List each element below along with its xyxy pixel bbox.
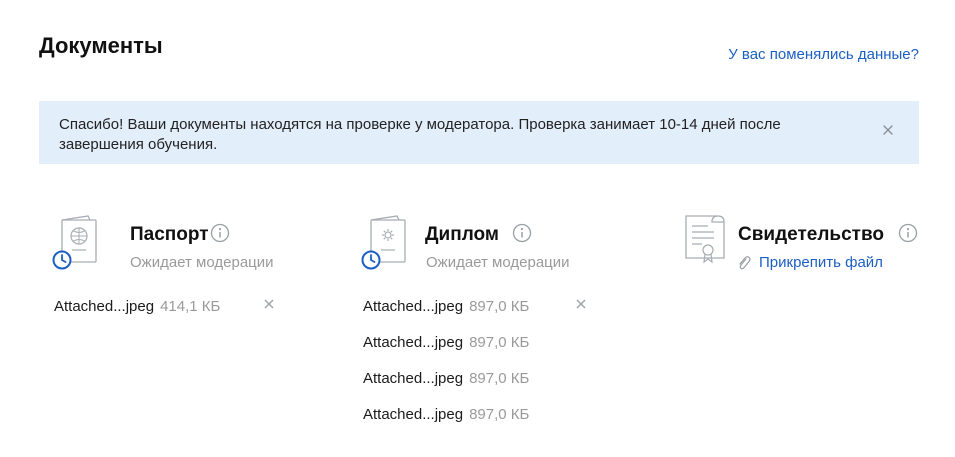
file-name[interactable]: Attached...jpeg: [363, 370, 463, 387]
file-row: Attached...jpeg 897,0 КБ: [363, 406, 529, 426]
certificate-icon: [685, 215, 725, 264]
notice-text: Спасибо! Ваши документы находятся на про…: [59, 116, 781, 153]
file-size: 897,0 КБ: [469, 406, 530, 423]
file-name[interactable]: Attached...jpeg: [363, 334, 463, 351]
file-row: Attached...jpeg 897,0 КБ: [363, 334, 529, 354]
close-icon[interactable]: [576, 299, 586, 309]
diploma-icon: [361, 215, 406, 270]
file-size: 414,1 КБ: [160, 298, 221, 315]
file-size: 897,0 КБ: [469, 334, 530, 351]
info-icon[interactable]: [512, 223, 532, 243]
page-title: Документы: [39, 33, 163, 58]
close-icon[interactable]: [881, 123, 895, 137]
file-size: 897,0 КБ: [469, 298, 530, 315]
data-changed-link[interactable]: У вас поменялись данные?: [728, 46, 919, 63]
info-icon[interactable]: [898, 223, 918, 243]
file-name[interactable]: Attached...jpeg: [363, 298, 463, 315]
file-row: Attached...jpeg 897,0 КБ: [363, 298, 529, 318]
moderation-notice: Спасибо! Ваши документы находятся на про…: [39, 101, 919, 164]
file-row: Attached...jpeg 414,1 КБ: [54, 298, 220, 318]
certificate-title: Свидетельство: [738, 224, 884, 245]
file-size: 897,0 КБ: [469, 370, 530, 387]
info-icon[interactable]: [210, 223, 230, 243]
passport-title: Паспорт: [130, 224, 209, 245]
file-row: Attached...jpeg 897,0 КБ: [363, 370, 529, 390]
file-name[interactable]: Attached...jpeg: [54, 298, 154, 315]
close-icon[interactable]: [264, 299, 274, 309]
diploma-status: Ожидает модерации: [426, 254, 570, 271]
diploma-title: Диплом: [425, 224, 499, 245]
attach-file-link[interactable]: Прикрепить файл: [759, 254, 883, 271]
passport-status: Ожидает модерации: [130, 254, 274, 271]
file-name[interactable]: Attached...jpeg: [363, 406, 463, 423]
passport-icon: [52, 215, 97, 270]
paperclip-icon: [739, 256, 751, 270]
